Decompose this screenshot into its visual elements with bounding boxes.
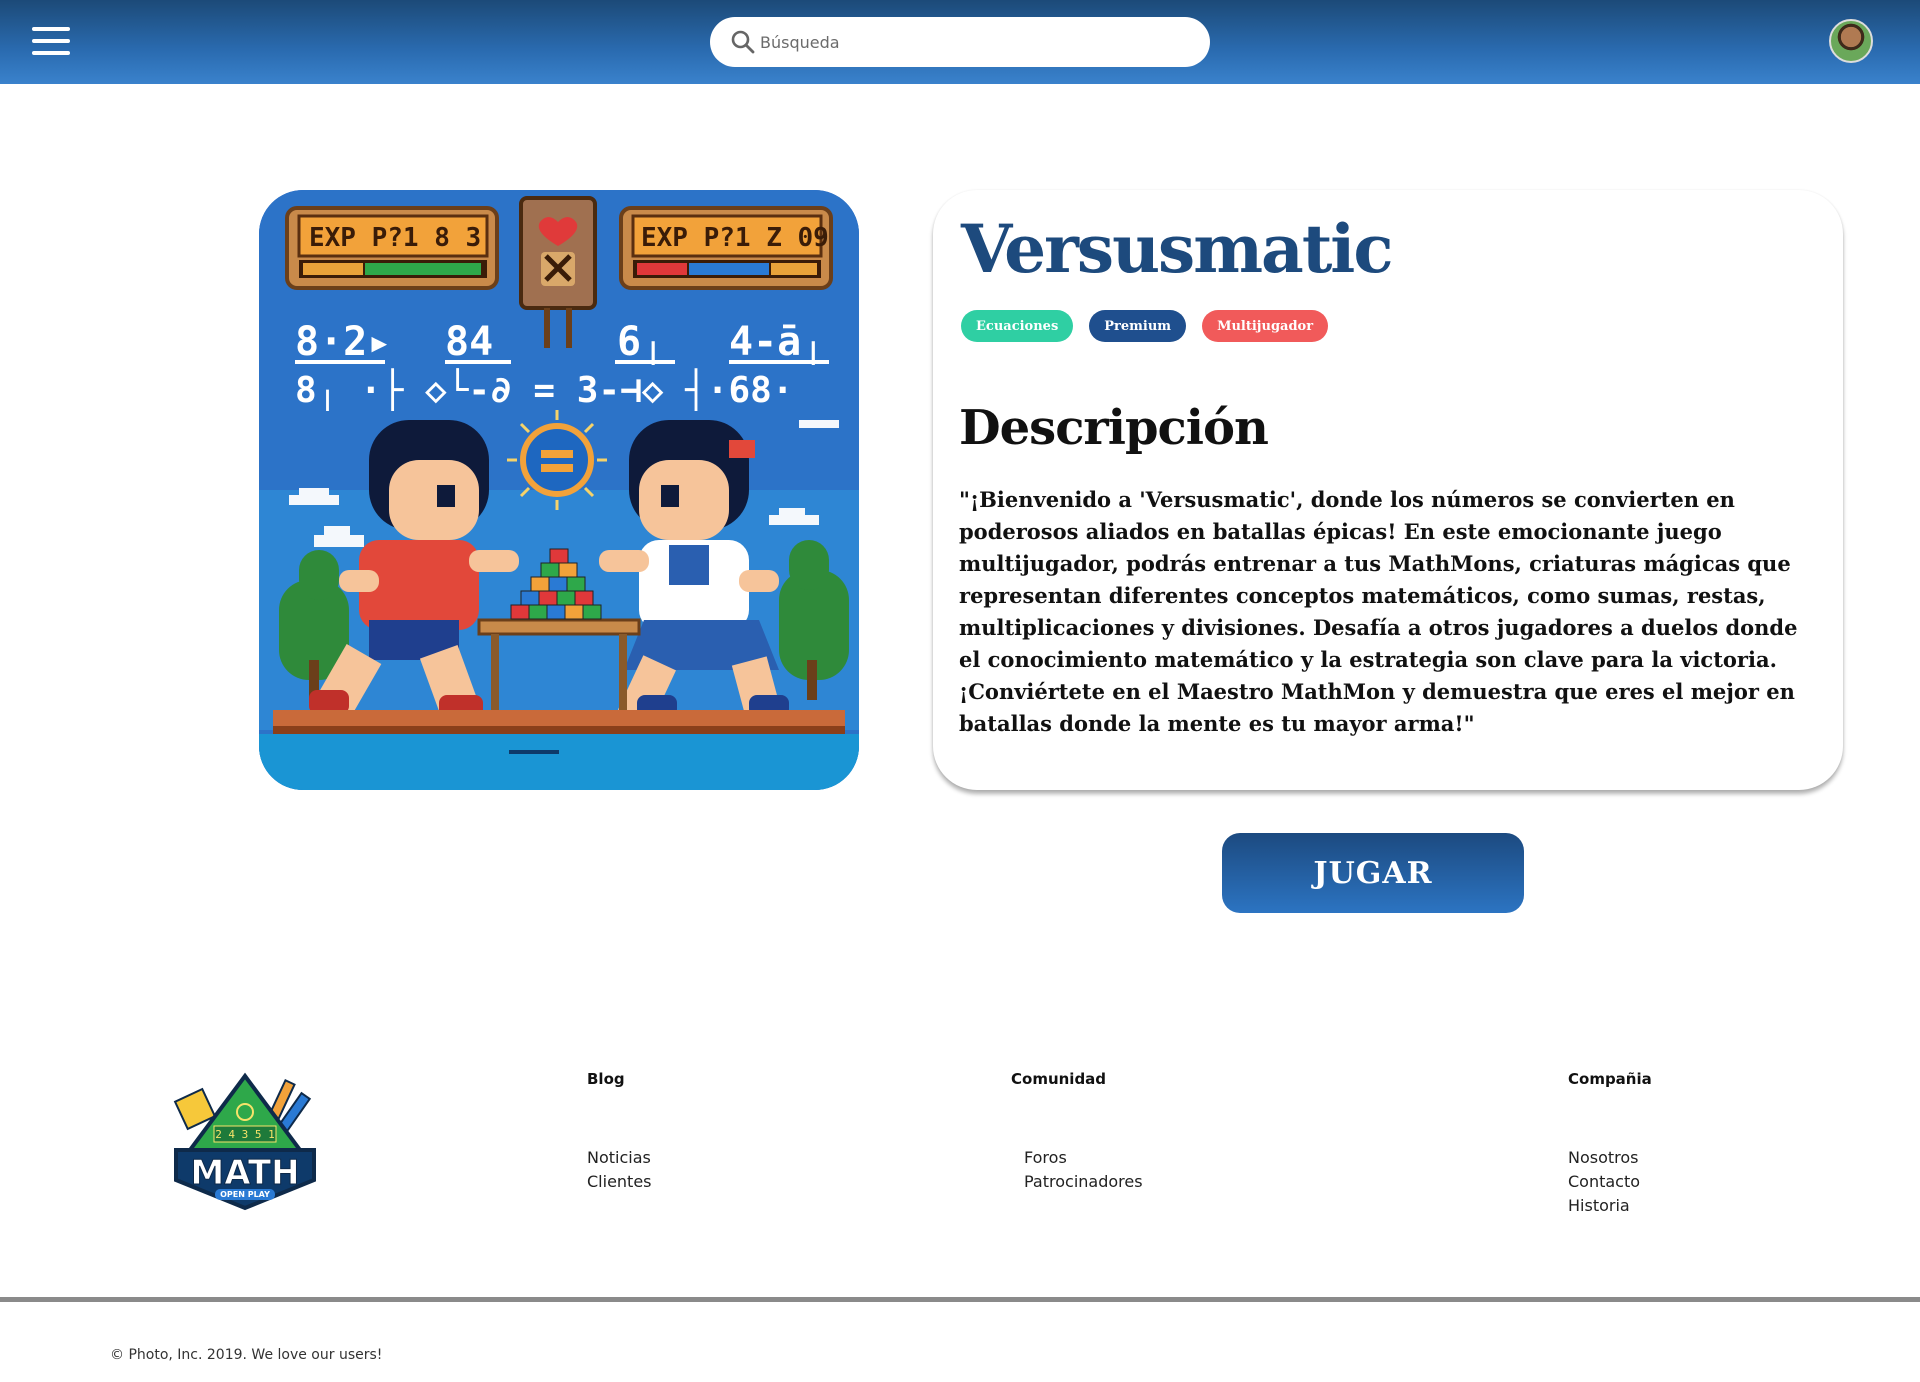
footer-heading-blog: Blog xyxy=(587,1070,625,1088)
footer-link-clientes[interactable]: Clientes xyxy=(587,1170,652,1194)
footer-link-patrocinadores[interactable]: Patrocinadores xyxy=(1024,1170,1143,1194)
tag-multijugador[interactable]: Multijugador xyxy=(1202,310,1329,342)
footer-link-foros[interactable]: Foros xyxy=(1024,1146,1143,1170)
equation-text-2: 84 xyxy=(445,319,493,365)
top-bar xyxy=(0,0,1920,84)
footer-heading-comunidad: Comunidad xyxy=(1011,1070,1107,1088)
footer-link-contacto[interactable]: Contacto xyxy=(1568,1170,1640,1194)
right-exp-text: EXP P?1 Z 09 xyxy=(641,223,829,253)
logo-numbers: 2 4 3 5 1 xyxy=(215,1128,275,1141)
footer-link-nosotros[interactable]: Nosotros xyxy=(1568,1146,1640,1170)
play-button[interactable]: JUGAR xyxy=(1222,833,1524,913)
search-input[interactable] xyxy=(760,25,1190,59)
footer-links-comunidad: Foros Patrocinadores xyxy=(1024,1146,1143,1194)
copyright-text: © Photo, Inc. 2019. We love our users! xyxy=(110,1347,383,1363)
footer-links-blog: Noticias Clientes xyxy=(587,1146,652,1194)
math-open-play-logo[interactable]: 2 4 3 5 1 MATH OPEN PLAY xyxy=(170,1072,320,1212)
footer-links-compania: Nosotros Contacto Historia xyxy=(1568,1146,1640,1218)
footer-link-historia[interactable]: Historia xyxy=(1568,1194,1640,1218)
description-heading: Descripción xyxy=(959,400,1269,456)
equation-text-5: 8╷ ·├ ◇└-∂ = 3-⊣◇ ┤·68· xyxy=(295,368,794,411)
tag-premium[interactable]: Premium xyxy=(1089,310,1187,342)
tag-list: Ecuaciones Premium Multijugador xyxy=(961,310,1329,342)
logo-subtitle: OPEN PLAY xyxy=(220,1190,270,1199)
search-icon xyxy=(731,30,755,54)
tag-ecuaciones[interactable]: Ecuaciones xyxy=(961,310,1074,342)
logo-title: MATH xyxy=(190,1153,299,1193)
equation-text-1: 8·2▸ xyxy=(295,319,391,365)
footer-column-blog: Blog xyxy=(587,1070,625,1088)
hamburger-menu-icon[interactable] xyxy=(30,24,74,58)
search-bar[interactable] xyxy=(710,17,1210,67)
user-avatar[interactable] xyxy=(1829,19,1873,63)
equation-text-4: 4-ā╷ xyxy=(729,319,825,365)
footer-column-compania: Compañia xyxy=(1568,1070,1652,1088)
description-text: "¡Bienvenido a 'Versusmatic', donde los … xyxy=(959,487,1798,736)
footer-heading-compania: Compañia xyxy=(1568,1070,1652,1088)
game-title: Versusmatic xyxy=(961,210,1394,288)
game-info-card: Versusmatic Ecuaciones Premium Multijuga… xyxy=(933,190,1843,790)
footer-divider xyxy=(0,1297,1920,1302)
equation-text-3: 6╷ xyxy=(617,319,665,365)
footer-link-noticias[interactable]: Noticias xyxy=(587,1146,652,1170)
footer-column-comunidad: Comunidad xyxy=(1011,1070,1106,1088)
left-exp-text: EXP P?1 8 3 xyxy=(309,223,481,253)
game-cover-image: EXP P?1 8 3 EXP P?1 Z 09 8·2▸ 84 6╷ 4-ā╷… xyxy=(259,190,859,790)
